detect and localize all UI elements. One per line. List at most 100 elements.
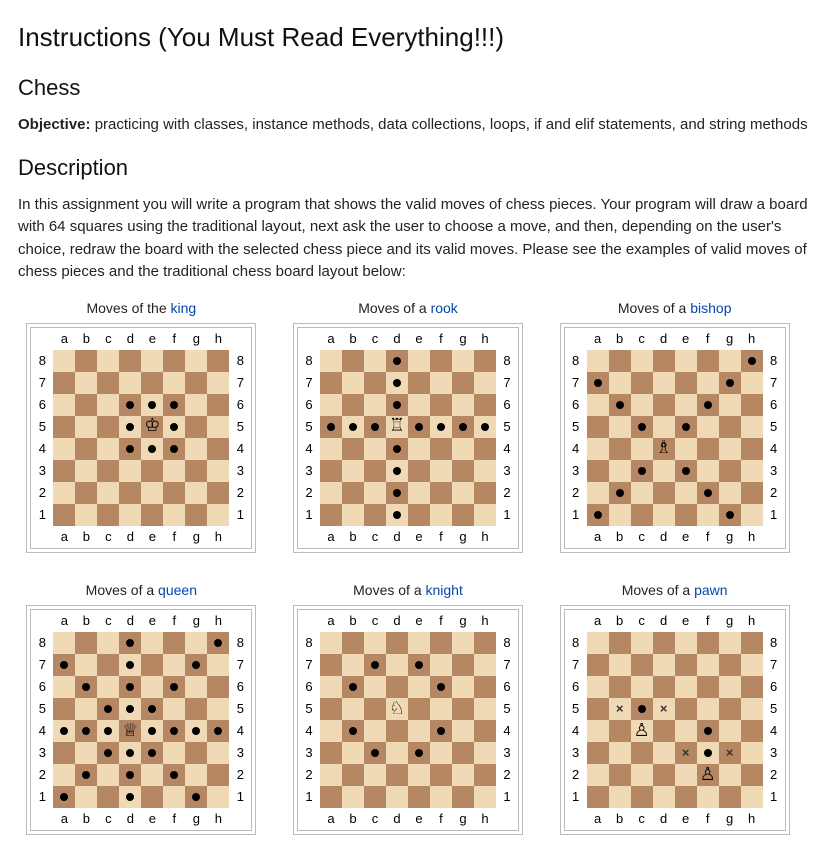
square-f5 (163, 698, 185, 720)
square-b4 (75, 438, 97, 460)
square-h2 (207, 764, 229, 786)
rank-label: 4 (496, 438, 518, 460)
rank-label: 2 (31, 482, 53, 504)
rank-label: 6 (31, 394, 53, 416)
file-label: d (119, 526, 141, 548)
file-label: a (53, 526, 75, 548)
square-f4 (430, 438, 452, 460)
coord-spacer (31, 526, 53, 548)
move-marker (459, 423, 467, 431)
square-c3 (631, 460, 653, 482)
file-label: e (141, 808, 163, 830)
coord-spacer (496, 808, 518, 830)
file-label: a (587, 526, 609, 548)
square-d1 (653, 504, 675, 526)
square-h8 (207, 350, 229, 372)
move-marker (82, 727, 90, 735)
rank-label: 6 (565, 676, 587, 698)
caption-link-rook[interactable]: rook (431, 300, 458, 316)
square-c2 (364, 764, 386, 786)
square-a3 (53, 460, 75, 482)
move-marker (126, 705, 134, 713)
move-marker (104, 727, 112, 735)
rank-label: 7 (31, 372, 53, 394)
square-f5 (430, 698, 452, 720)
description-text: In this assignment you will write a prog… (18, 194, 815, 284)
square-h8 (741, 350, 763, 372)
square-f8 (697, 632, 719, 654)
move-marker (393, 379, 401, 387)
square-h8 (474, 350, 496, 372)
file-label: b (342, 610, 364, 632)
square-e1 (408, 786, 430, 808)
square-a5 (320, 416, 342, 438)
move-marker (126, 661, 134, 669)
square-g7 (452, 372, 474, 394)
move-marker (148, 749, 156, 757)
square-d4 (386, 720, 408, 742)
file-label: f (697, 808, 719, 830)
square-g5 (185, 698, 207, 720)
square-f4 (697, 720, 719, 742)
rank-label: 6 (565, 394, 587, 416)
rank-label: 7 (565, 654, 587, 676)
coord-spacer (763, 526, 785, 548)
coord-spacer (229, 526, 251, 548)
square-g1 (185, 786, 207, 808)
square-d7 (653, 654, 675, 676)
rank-label: 3 (763, 460, 785, 482)
square-e7 (675, 372, 697, 394)
square-g4 (719, 720, 741, 742)
caption-link-king[interactable]: king (171, 300, 197, 316)
square-d1 (653, 786, 675, 808)
square-h7 (474, 654, 496, 676)
caption-link-bishop[interactable]: bishop (690, 300, 731, 316)
square-c7 (364, 654, 386, 676)
move-marker (349, 683, 357, 691)
move-marker (638, 467, 646, 475)
file-label: g (185, 808, 207, 830)
rank-label: 8 (565, 632, 587, 654)
square-c4 (97, 438, 119, 460)
square-b6 (342, 676, 364, 698)
square-d7 (386, 654, 408, 676)
square-d3 (653, 742, 675, 764)
rank-label: 2 (763, 482, 785, 504)
move-marker (192, 793, 200, 801)
rank-label: 6 (496, 676, 518, 698)
square-e8 (141, 632, 163, 654)
caption-link-knight[interactable]: knight (426, 582, 463, 598)
pawn-piece-icon: ♙ (700, 764, 716, 784)
square-e4 (675, 720, 697, 742)
move-marker (704, 727, 712, 735)
rank-label: 8 (31, 350, 53, 372)
square-h2 (741, 482, 763, 504)
rank-label: 4 (31, 438, 53, 460)
coord-spacer (496, 328, 518, 350)
square-h3 (474, 460, 496, 482)
square-c7 (97, 654, 119, 676)
caption-prefix: Moves of a (358, 300, 430, 316)
caption-link-queen[interactable]: queen (158, 582, 197, 598)
square-h7 (741, 372, 763, 394)
rank-label: 7 (229, 654, 251, 676)
file-label: h (741, 328, 763, 350)
square-b2 (75, 482, 97, 504)
square-c1 (364, 504, 386, 526)
board-caption: Moves of a bishop (551, 298, 798, 319)
move-marker (682, 467, 690, 475)
square-d1 (119, 786, 141, 808)
square-f3 (430, 742, 452, 764)
rank-label: 8 (763, 632, 785, 654)
square-g5 (719, 416, 741, 438)
square-d6 (119, 676, 141, 698)
move-marker (437, 423, 445, 431)
rank-label: 4 (31, 720, 53, 742)
square-b2 (342, 482, 364, 504)
square-c6 (97, 676, 119, 698)
rank-label: 4 (565, 720, 587, 742)
square-e2 (141, 764, 163, 786)
caption-link-pawn[interactable]: pawn (694, 582, 727, 598)
square-c5 (631, 416, 653, 438)
rank-label: 1 (763, 504, 785, 526)
